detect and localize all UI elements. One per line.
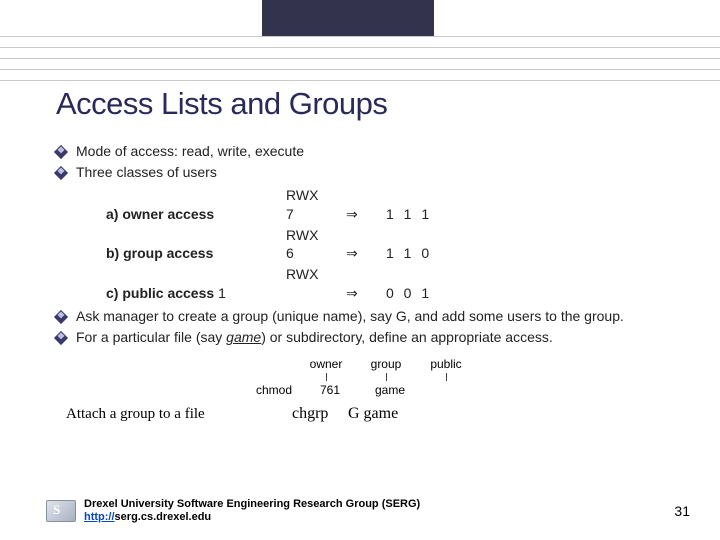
bullet-text: Ask manager to create a group (unique na… bbox=[76, 307, 676, 326]
bullet-item: For a particular file (say game) or subd… bbox=[56, 328, 676, 347]
footer-link-rest: serg.cs.drexel.edu bbox=[115, 511, 212, 523]
rwx-header: RWX bbox=[286, 186, 676, 205]
chgrp-args: G game bbox=[348, 405, 398, 423]
bullet-item: Mode of access: read, write, execute bbox=[56, 142, 676, 161]
text-fragment: ) or subdirectory, define an appropriate… bbox=[261, 329, 553, 345]
chgrp-command: chgrp bbox=[292, 405, 348, 423]
slide-content: Access Lists and Groups Mode of access: … bbox=[56, 86, 676, 423]
access-number: 6 bbox=[286, 244, 346, 263]
footer-org: Drexel University Software Engineering R… bbox=[84, 498, 420, 511]
diamond-bullet-icon bbox=[54, 145, 68, 159]
access-row-group: b) group access 6 ⇒ 1 1 0 bbox=[106, 244, 676, 263]
diamond-bullet-icon bbox=[54, 166, 68, 180]
arrow-icon: ⇒ bbox=[346, 205, 386, 224]
rwx-header: RWX bbox=[286, 226, 676, 245]
cmd-header-public: public bbox=[416, 357, 476, 371]
cmd-header-group: group bbox=[356, 357, 416, 371]
chmod-file: game bbox=[360, 383, 420, 397]
access-label: a) owner access bbox=[106, 205, 286, 224]
bullet-item: Ask manager to create a group (unique na… bbox=[56, 307, 676, 326]
slide-title: Access Lists and Groups bbox=[56, 86, 676, 122]
rwx-header: RWX bbox=[286, 265, 676, 284]
arrow-icon: ⇒ bbox=[346, 244, 386, 263]
access-label: c) public access bbox=[106, 285, 214, 301]
footer-text: Drexel University Software Engineering R… bbox=[84, 498, 420, 524]
chmod-command: chmod bbox=[246, 383, 300, 397]
footer: Drexel University Software Engineering R… bbox=[46, 498, 690, 524]
diamond-bullet-icon bbox=[54, 331, 68, 345]
serg-logo-icon bbox=[46, 500, 76, 522]
bullet-text: Mode of access: read, write, execute bbox=[76, 142, 676, 161]
chmod-mode: 761 bbox=[300, 383, 360, 397]
bullet-text: Three classes of users bbox=[76, 163, 676, 182]
access-bits: 0 0 1 bbox=[386, 284, 432, 303]
access-grid: RWX a) owner access 7 ⇒ 1 1 1 RWX b) gro… bbox=[106, 186, 676, 303]
arrow-icon: ⇒ bbox=[346, 284, 386, 303]
access-label: b) group access bbox=[106, 244, 286, 263]
chmod-line: chmod 761 game bbox=[246, 383, 676, 397]
access-bits: 1 1 1 bbox=[386, 205, 432, 224]
game-italic: game bbox=[226, 329, 261, 345]
footer-link-prefix[interactable]: http:// bbox=[84, 511, 115, 523]
header-dark-block bbox=[262, 0, 434, 36]
access-row-public: c) public access 1 ⇒ 0 0 1 bbox=[106, 284, 676, 303]
text-fragment: For a particular file (say bbox=[76, 329, 226, 345]
attach-block: Attach a group to a file chgrp G game bbox=[56, 405, 676, 423]
command-block: owner group public chmod 761 game Attach… bbox=[56, 357, 676, 423]
bullet-item: Three classes of users bbox=[56, 163, 676, 182]
attach-label: Attach a group to a file bbox=[56, 406, 292, 423]
diamond-bullet-icon bbox=[54, 310, 68, 324]
access-number: 1 bbox=[218, 285, 226, 301]
rule-stack bbox=[0, 36, 720, 91]
access-row-owner: a) owner access 7 ⇒ 1 1 1 bbox=[106, 205, 676, 224]
cmd-headers: owner group public bbox=[296, 357, 676, 371]
bullet-text: For a particular file (say game) or subd… bbox=[76, 328, 676, 347]
page-number: 31 bbox=[674, 503, 690, 519]
cmd-header-owner: owner bbox=[296, 357, 356, 371]
access-bits: 1 1 0 bbox=[386, 244, 432, 263]
access-number: 7 bbox=[286, 205, 346, 224]
bullet-list: Mode of access: read, write, execute Thr… bbox=[56, 142, 676, 347]
